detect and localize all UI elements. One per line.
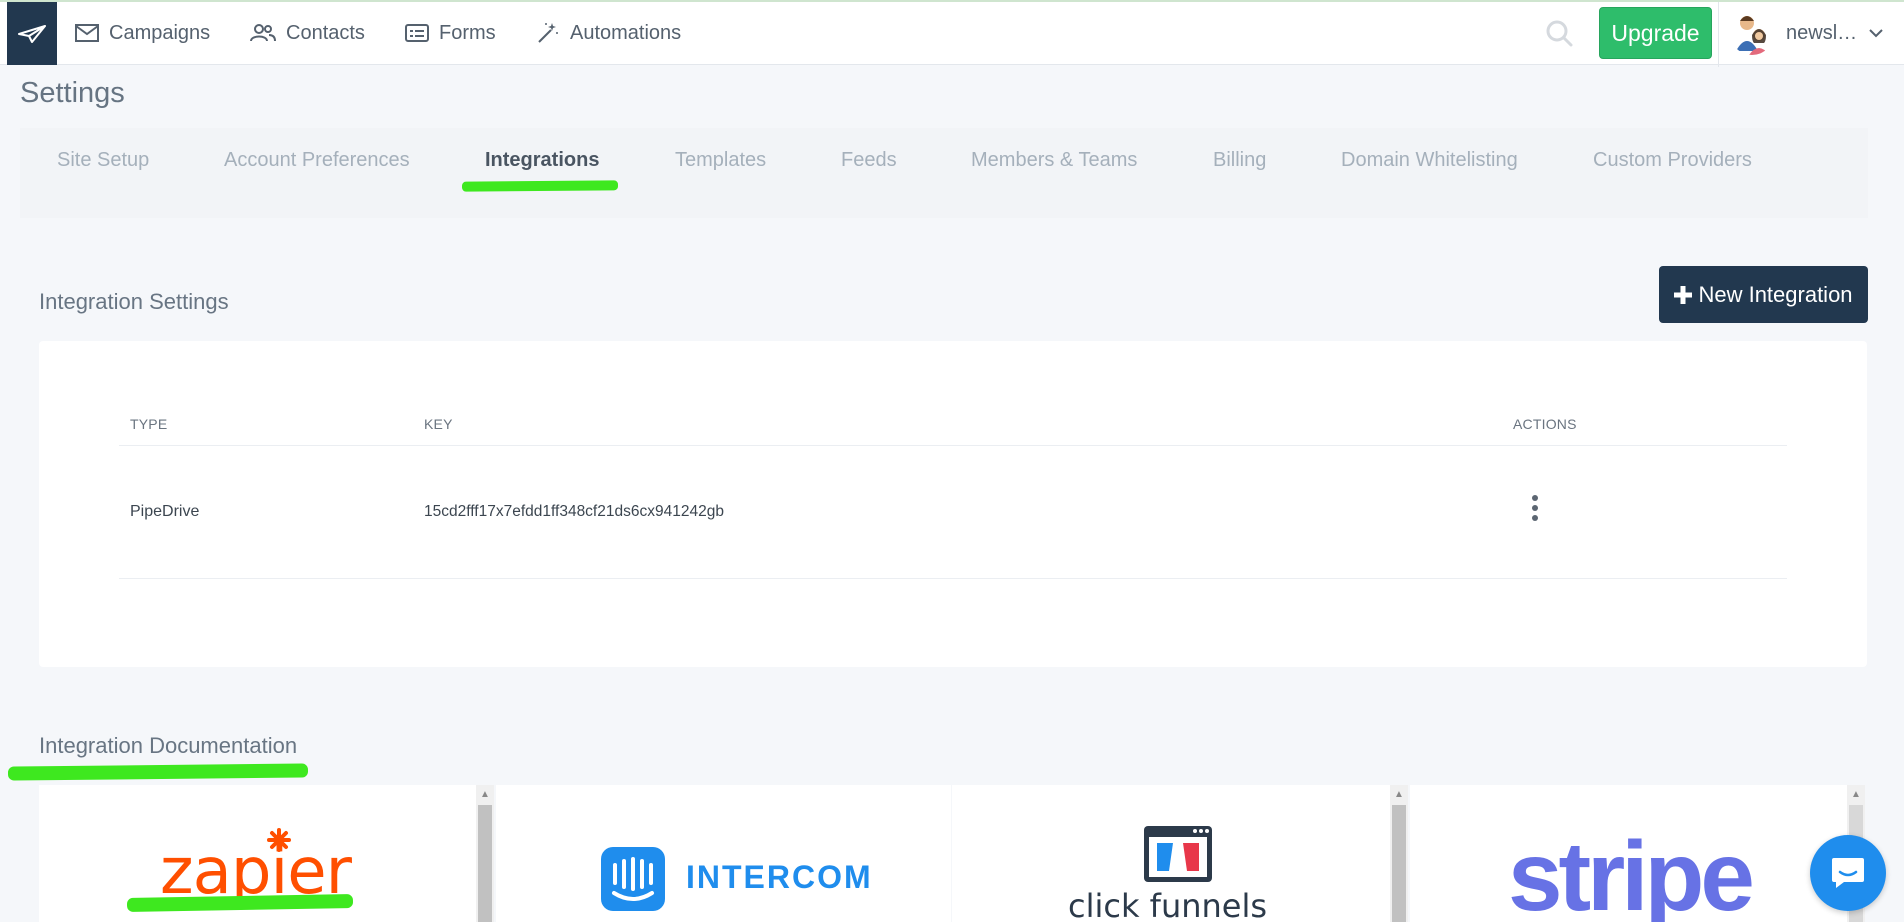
new-integration-label: New Integration [1698,281,1853,307]
intercom-logo: INTERCOM [686,859,873,895]
tab-billing[interactable]: Billing [1213,149,1266,172]
nav-campaigns-label: Campaigns [109,21,211,44]
integrations-table [39,341,1867,667]
new-integration-button[interactable]: New Integration [1659,266,1868,323]
scrollbar-zapier[interactable]: ▲ [476,785,494,922]
top-navbar: Campaigns Contacts Forms Automations Upg… [0,0,1904,67]
nav-automations[interactable]: Automations [536,16,681,50]
doc-card-intercom[interactable] [496,785,951,922]
settings-tabs [20,128,1868,218]
nav-contacts[interactable]: Contacts [250,16,365,50]
nav-campaigns[interactable]: Campaigns [75,16,210,50]
avatar [1730,11,1774,55]
stripe-logo: stripe [1508,821,1755,922]
row-actions-kebab-icon[interactable] [1522,491,1548,525]
envelope-icon [75,24,99,42]
plus-icon [1674,285,1693,304]
table-header-divider [119,445,1787,446]
scrollbar-clickfunnels[interactable]: ▲ [1390,785,1408,922]
nav-contacts-label: Contacts [286,21,365,44]
table-row-key: 15cd2fff17x7efdd1ff348cf21ds6cx941242gb [424,503,724,520]
nav-forms[interactable]: Forms [405,16,496,50]
table-row-divider [119,578,1787,579]
tab-templates[interactable]: Templates [675,149,766,172]
tab-custom-providers[interactable]: Custom Providers [1593,149,1752,172]
integration-documentation-title: Integration Documentation [39,733,298,758]
user-menu[interactable]: newsl… [1730,11,1883,55]
nav-automations-label: Automations [570,21,682,44]
page-title: Settings [20,77,125,109]
nav-forms-label: Forms [439,21,496,44]
users-icon [250,24,276,42]
intercom-logo-icon [601,847,665,911]
integration-settings-title: Integration Settings [39,289,229,314]
highlight-mark-integrations [461,180,619,192]
chevron-down-icon [1869,29,1883,38]
clickfunnels-logo-icon [1144,826,1212,882]
column-header-key: KEY [424,416,453,432]
column-header-actions: ACTIONS [1513,416,1577,432]
tab-integrations[interactable]: Integrations [485,149,599,172]
tab-members-teams[interactable]: Members & Teams [971,149,1137,172]
search-icon[interactable] [1545,19,1573,47]
form-icon [405,24,429,42]
table-row-type: PipeDrive [130,503,200,520]
highlight-mark-documentation [7,763,309,781]
user-name: newsl… [1786,21,1858,44]
tab-feeds[interactable]: Feeds [841,149,897,172]
tab-site-setup[interactable]: Site Setup [57,149,149,172]
clickfunnels-logo: click funnels [1068,887,1268,922]
column-header-type: TYPE [130,416,168,432]
upgrade-button[interactable]: Upgrade [1599,7,1712,59]
tab-account-preferences[interactable]: Account Preferences [224,149,410,172]
tab-domain-whitelisting[interactable]: Domain Whitelisting [1341,149,1518,172]
magic-wand-icon [538,23,558,43]
logo-paper-plane-icon[interactable] [7,2,57,65]
nav-divider [1718,2,1719,67]
chat-bubble-icon[interactable] [1810,835,1886,911]
